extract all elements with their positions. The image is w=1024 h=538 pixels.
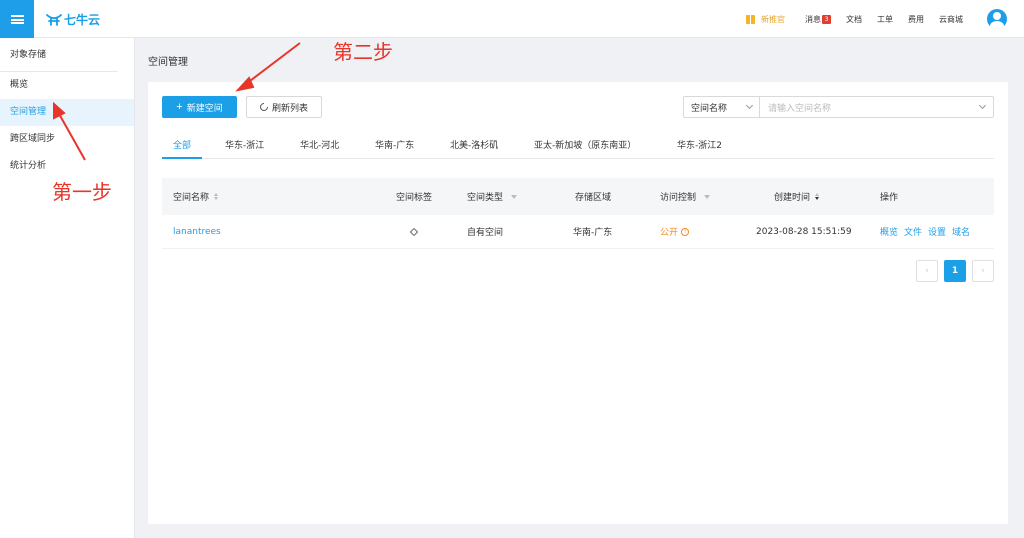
arrow-step1-line [57,111,86,161]
arrow-step2-head [235,76,255,92]
arrow-step1-head [53,101,66,120]
annotation-arrows [53,42,301,161]
arrow-step2-line [245,42,301,85]
